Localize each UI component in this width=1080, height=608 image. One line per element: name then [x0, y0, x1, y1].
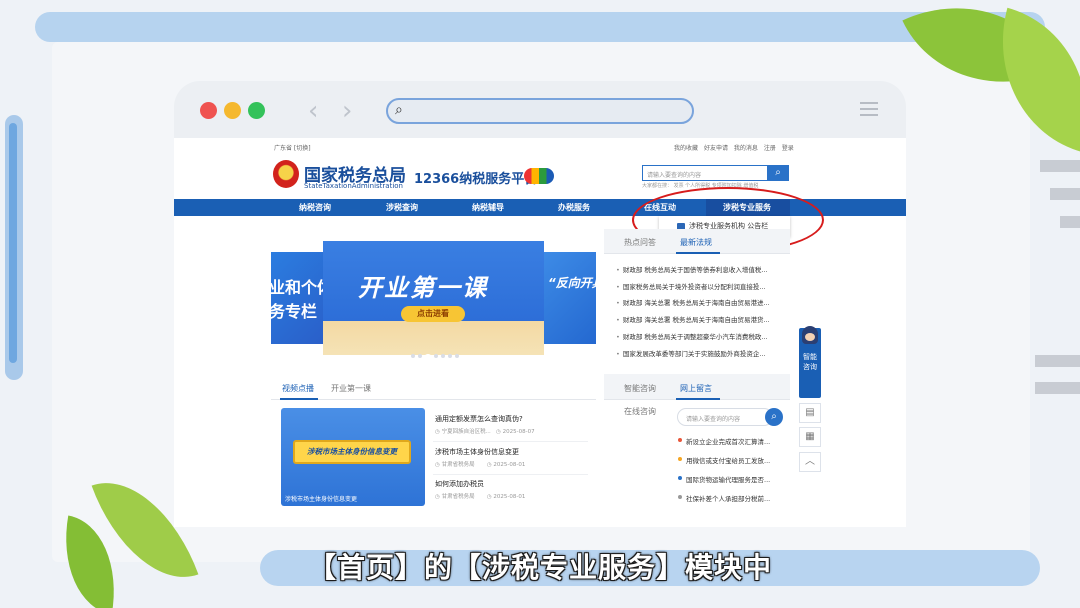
tab-video-on-demand[interactable]: 视频点播 — [282, 383, 314, 394]
video-tabs — [271, 374, 596, 400]
video-item-meta: ◷ 甘肃省税务局 ◷ 2025-08-01 — [435, 462, 526, 468]
decor-dash — [1060, 216, 1080, 228]
tab-smart-consult[interactable]: 智能咨询 — [624, 383, 656, 394]
divider — [433, 441, 588, 442]
news-item[interactable]: 财政部 税务总局关于国债等债券利息收入增值税... — [616, 264, 782, 274]
book-icon[interactable]: ▤ — [799, 403, 821, 423]
banner-pagination[interactable] — [411, 343, 462, 362]
national-emblem-logo — [273, 160, 299, 188]
frame-top-bar — [35, 12, 1045, 42]
consult-item[interactable]: 用微信或支付宝给员工发放... — [678, 455, 778, 465]
active-tab-underline — [676, 252, 720, 254]
top-links: 我的收藏 好友申请 我的消息 注册 登录 — [670, 143, 794, 152]
platform-title: 12366纳税服务平台 — [414, 172, 538, 187]
consult-item[interactable]: 国际货物运输代理服务是否... — [678, 474, 778, 484]
nav-tax-guidance[interactable]: 纳税辅导 — [472, 199, 504, 216]
video-board-text: 涉税市场主体身份信息变更 — [293, 440, 411, 464]
video-item-title[interactable]: 通用定额发票怎么查询真伪? — [435, 414, 523, 424]
link-messages[interactable]: 我的消息 — [734, 145, 758, 152]
tab-hot-qa[interactable]: 热点问答 — [624, 237, 656, 248]
tab-latest-regulations[interactable]: 最新法规 — [680, 237, 712, 248]
12366-logo-icon — [524, 168, 554, 184]
video-item-meta: ◷ 甘肃省税务局 ◷ 2025-08-01 — [435, 494, 526, 500]
consult-search-input[interactable]: 请输入要查询的内容 — [677, 408, 773, 426]
decor-dash — [1050, 188, 1080, 200]
assistant-face — [805, 333, 815, 341]
location-switch[interactable]: 广东省 [切换] — [274, 143, 311, 152]
consult-item[interactable]: 社保补差个人承担部分税前... — [678, 493, 778, 503]
back-to-top-icon[interactable]: ︿ — [799, 452, 821, 472]
link-friend-request[interactable]: 好友申请 — [704, 145, 728, 152]
decor-dash — [1035, 355, 1080, 367]
video-caption: 涉税市场主体身份信息变更 — [285, 496, 358, 503]
link-login[interactable]: 登录 — [782, 145, 794, 152]
tab-first-lesson[interactable]: 开业第一课 — [331, 383, 371, 394]
link-favorites[interactable]: 我的收藏 — [674, 145, 698, 152]
nav-tax-query[interactable]: 涉税查询 — [386, 199, 418, 216]
consult-item[interactable]: 新设立企业完成首次汇算清... — [678, 436, 778, 446]
address-bar[interactable]: ⌕ — [386, 98, 694, 124]
site-search-input[interactable]: 请输入要查询的内容 — [642, 165, 768, 181]
hamburger-icon[interactable] — [860, 102, 878, 120]
news-item[interactable]: 国家发展改革委等部门关于实施鼓励外商投资企... — [616, 348, 782, 358]
close-window-icon[interactable] — [200, 102, 217, 119]
active-tab-underline — [280, 398, 318, 400]
consult-search-button[interactable]: ⌕ — [765, 408, 783, 426]
decor-dash — [1035, 382, 1080, 394]
banner-prev-slide[interactable]: 业和个体 务专栏 — [269, 252, 333, 344]
back-arrow-icon[interactable]: ‹ — [308, 96, 318, 126]
maximize-window-icon[interactable] — [248, 102, 265, 119]
news-item[interactable]: 财政部 海关总署 税务总局关于海南自由贸易港货... — [616, 314, 782, 324]
nav-tax-consult[interactable]: 纳税咨询 — [299, 199, 331, 216]
active-tab-underline — [676, 398, 720, 400]
video-subtitle: 【首页】的【涉税专业服务】模块中 — [307, 551, 772, 584]
site-search-button[interactable]: ⌕ — [767, 165, 789, 181]
video-item-title[interactable]: 如何添加办税员 — [435, 479, 484, 489]
news-item[interactable]: 国家税务总局关于境外投资者以分配利润直接投... — [616, 281, 782, 291]
decor-dash — [1040, 160, 1080, 172]
forward-arrow-icon[interactable]: › — [342, 96, 352, 126]
banner-title: 开业第一课 — [358, 274, 488, 302]
banner-watch-button[interactable]: 点击进看 — [401, 306, 465, 322]
news-item[interactable]: 财政部 税务总局关于调整超豪华小汽车消费税政... — [616, 331, 782, 341]
video-item-title[interactable]: 涉税市场主体身份信息变更 — [435, 447, 519, 457]
link-register[interactable]: 注册 — [764, 145, 776, 152]
divider — [433, 474, 588, 475]
news-item[interactable]: 财政部 海关总署 税务总局关于海南自由贸易港进... — [616, 297, 782, 307]
search-icon: ⌕ — [395, 102, 403, 118]
banner-next-slide[interactable]: “反向开具 — [544, 252, 604, 344]
qrcode-icon[interactable]: ▦ — [799, 427, 821, 447]
site-logo-subtitle: StateTaxationAdministration — [304, 182, 403, 190]
assistant-label: 智能咨询 — [803, 353, 817, 371]
video-item-meta: ◷ 宁夏回族自治区税... ◷ 2025-08-07 — [435, 429, 535, 435]
online-consult-label[interactable]: 在线咨询 — [624, 406, 656, 417]
tab-online-message[interactable]: 网上留言 — [680, 383, 712, 394]
minimize-window-icon[interactable] — [224, 102, 241, 119]
nav-tax-service[interactable]: 办税服务 — [558, 199, 590, 216]
frame-left-tab — [5, 115, 23, 380]
